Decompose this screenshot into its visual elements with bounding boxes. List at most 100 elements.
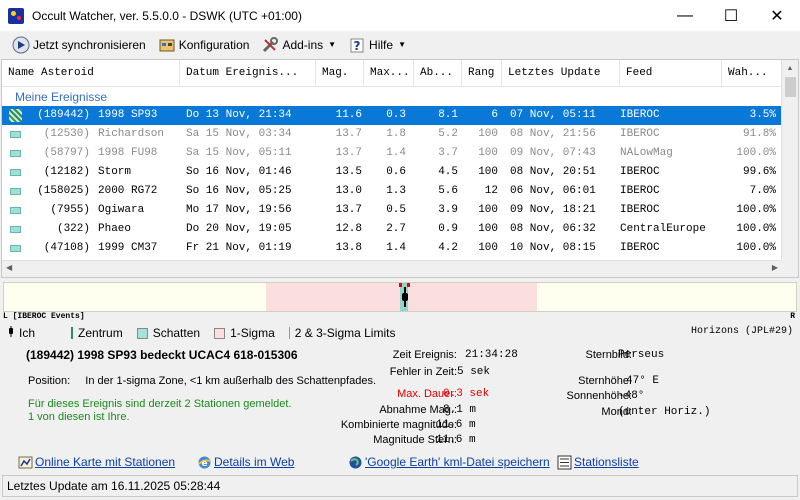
event-icon [2,144,28,163]
event-rank: 12 [484,185,498,197]
config-button[interactable]: Konfiguration [158,34,249,56]
event-probability: 100.0% [736,223,776,235]
time-error-value: 5 sek [457,366,491,378]
limit-line-icon [288,327,290,339]
table-row[interactable]: (58797) 1998 FU98 Sa 15 Nov, 05:11 13.7 … [2,144,782,163]
position-label: Position: [28,375,71,387]
maximize-button[interactable]: ☐ [708,0,754,31]
constellation-value: Perseus [618,349,665,361]
scroll-up-icon[interactable]: ▲ [782,60,798,77]
column-header-rank[interactable]: Rang [462,60,502,87]
sync-button[interactable]: Jetzt synchronisieren [12,34,146,56]
my-station-marker [402,293,408,301]
event-update: 09 Nov, 18:21 [510,204,596,216]
column-header-feed[interactable]: Feed [620,60,722,87]
details-web-link[interactable]: e Details im Web [197,452,294,472]
table-row[interactable]: (47108) 1999 CM37 Fr 21 Nov, 01:19 13.8 … [2,239,782,258]
table-row[interactable]: (12530) Richardson Sa 15 Nov, 03:34 13.7… [2,125,782,144]
google-earth-link[interactable]: 'Google Earth' kml-Datei speichern [348,452,550,472]
column-header-prob[interactable]: Wah... [722,60,782,87]
online-map-link[interactable]: Online Karte mit Stationen [18,452,175,472]
event-icon [2,163,28,182]
column-header-name[interactable]: Name Asteroid [2,60,180,87]
help-menu[interactable]: ? Hilfe ▼ [348,34,406,56]
horizons-label: Horizons (JPL#29) [690,326,793,337]
svg-text:e: e [201,459,207,469]
table-row[interactable]: (12182) Storm So 16 Nov, 01:46 13.5 0.6 … [2,163,782,182]
event-mag: 13.0 [335,185,362,197]
asteroid-name: 1998 FU98 [98,147,158,159]
vertical-scrollbar[interactable]: ▲ [781,60,798,260]
event-drop: 5.6 [438,185,458,197]
event-update: 08 Nov, 21:56 [510,128,596,140]
event-date: Do 20 Nov, 19:05 [186,223,292,235]
table-row[interactable]: (189442) 1998 SP93 Do 13 Nov, 21:34 11.6… [2,106,782,125]
position-info: Position: In der 1-sigma Zone, <1 km auß… [28,375,376,387]
event-drop: 8.1 [438,109,458,121]
table-row[interactable]: (7955) Ogiwara Mo 17 Nov, 19:56 13.7 0.5… [2,201,782,220]
asteroid-name: Richardson [98,128,165,140]
close-button[interactable]: ✕ [754,0,800,31]
legend-schatten: Schatten [136,326,200,340]
scroll-right-icon[interactable]: ▶ [772,263,778,272]
event-icon [2,239,28,258]
event-drop: 5.2 [438,128,458,140]
stations-list-link[interactable]: Stationsliste [557,452,639,472]
window-title: Occult Watcher, ver. 5.5.0.0 - DSWK (UTC… [32,8,302,23]
column-header-mag[interactable]: Mag. [316,60,364,87]
limit-marker [407,283,410,287]
table-header: Name Asteroid Datum Ereignis... Mag. Max… [2,60,782,87]
event-mag: 11.6 [335,109,362,121]
combined-mag-value: 11.6 m [436,419,476,431]
column-header-max[interactable]: Max... [364,60,414,87]
event-probability: 100.0% [736,242,776,254]
horizontal-scrollbar[interactable]: ◀ ▶ [2,260,782,277]
event-mag: 13.7 [335,128,362,140]
path-timeline[interactable] [3,282,797,312]
table-row[interactable]: (322) Phaeo Do 20 Nov, 19:05 12.8 2.7 0.… [2,220,782,239]
column-header-update[interactable]: Letztes Update [502,60,620,87]
google-earth-label: 'Google Earth' kml-Datei speichern [365,455,550,469]
event-icon [2,220,28,239]
browser-icon: e [197,455,212,470]
event-rank: 100 [478,166,498,178]
event-probability: 100.0% [736,204,776,216]
window-controls: — ☐ ✕ [662,0,800,31]
event-date: So 16 Nov, 05:25 [186,185,292,197]
stations-own-info: 1 von diesen ist Ihre. [28,411,130,423]
event-drop: 4.5 [438,166,458,178]
asteroid-number: (322) [56,223,90,235]
toolbar: Jetzt synchronisieren Konfiguration Add-… [0,31,800,58]
event-mag: 13.7 [335,204,362,216]
event-drop: 3.9 [438,204,458,216]
addins-menu[interactable]: Add-ins ▼ [261,34,336,56]
event-feed: IBEROC [620,109,660,121]
event-max: 1.4 [386,242,406,254]
table-row[interactable]: (158025) 2000 RG72 So 16 Nov, 05:25 13.0… [2,182,782,201]
event-rank: 100 [478,223,498,235]
event-feed: IBEROC [620,166,660,178]
minimize-button[interactable]: — [662,0,708,31]
asteroid-name: Phaeo [98,223,132,235]
event-update: 09 Nov, 07:43 [510,147,596,159]
svg-text:?: ? [354,39,361,53]
asteroid-name: Storm [98,166,132,178]
event-rank: 100 [478,204,498,216]
event-max: 1.3 [386,185,406,197]
events-table: Name Asteroid Datum Ereignis... Mag. Max… [1,59,799,278]
column-header-date[interactable]: Datum Ereignis... [180,60,316,87]
event-rank: 100 [478,147,498,159]
event-feed: IBEROC [620,242,660,254]
scroll-thumb[interactable] [785,77,796,97]
column-header-drop[interactable]: Ab... [414,60,462,87]
event-probability: 99.6% [742,166,776,178]
asteroid-number: (58797) [43,147,90,159]
max-duration-value: 0.3 sek [443,388,490,400]
event-date: Fr 21 Nov, 01:19 [186,242,292,254]
event-max: 0.5 [386,204,406,216]
event-probability: 7.0% [749,185,776,197]
scroll-left-icon[interactable]: ◀ [6,263,12,272]
event-drop: 3.7 [438,147,458,159]
event-date: So 16 Nov, 01:46 [186,166,292,178]
event-update: 08 Nov, 20:51 [510,166,596,178]
